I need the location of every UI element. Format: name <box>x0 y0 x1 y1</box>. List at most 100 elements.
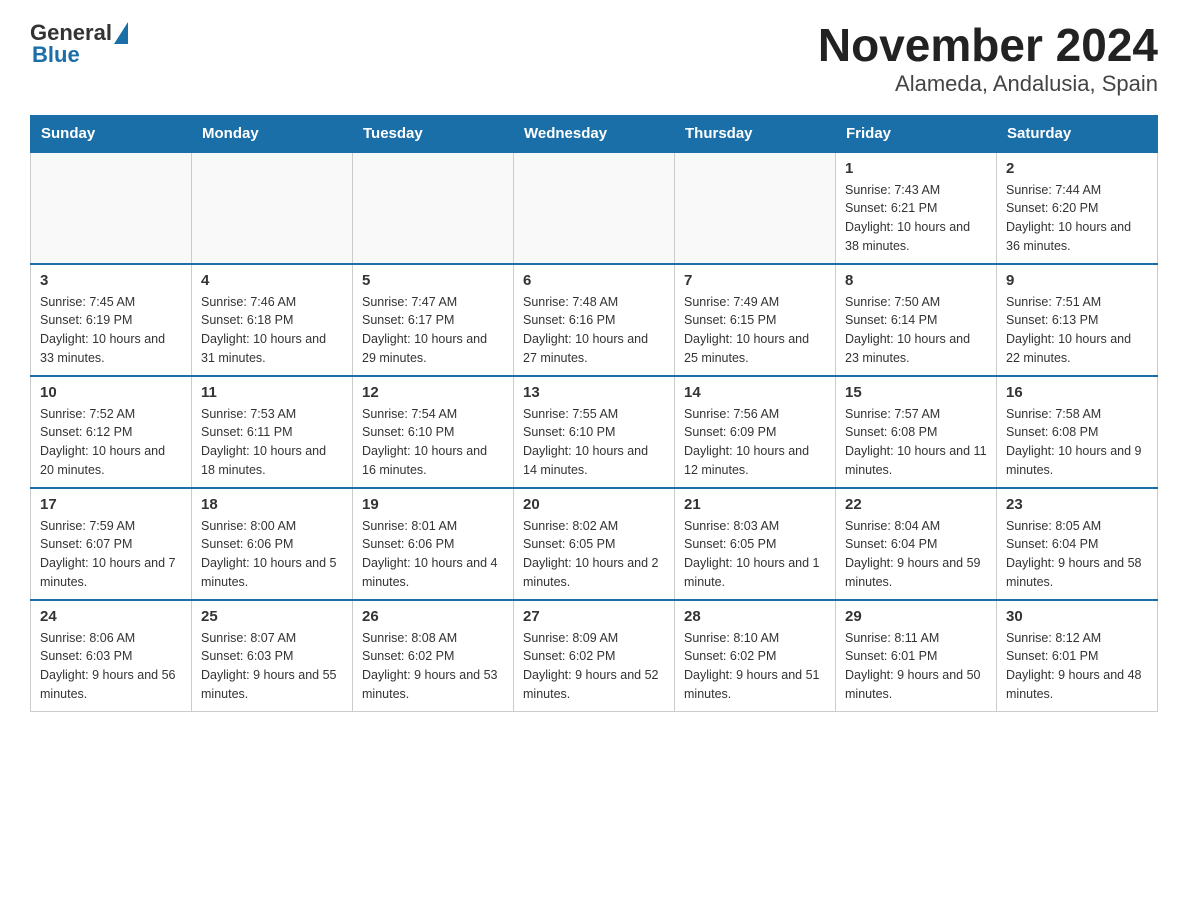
calendar-cell: 20Sunrise: 8:02 AMSunset: 6:05 PMDayligh… <box>514 488 675 600</box>
day-info: Sunrise: 7:57 AMSunset: 6:08 PMDaylight:… <box>845 405 987 480</box>
page-header: General Blue November 2024 Alameda, Anda… <box>30 20 1158 97</box>
calendar-header-friday: Friday <box>836 115 997 152</box>
calendar-cell: 12 Sunrise: 7:54 AMSunset: 6:10 PMDayligh… <box>353 376 514 488</box>
day-number: 25 <box>201 608 343 625</box>
calendar-cell: 26 Sunrise: 8:08 AMSunset: 6:02 PMDayligh… <box>353 600 514 712</box>
day-info: Sunrise: 7:55 AMSunset: 6:10 PMDaylight:… <box>523 405 665 480</box>
calendar-header-thursday: Thursday <box>675 115 836 152</box>
day-info: Sunrise: 8:09 AMSunset: 6:02 PMDaylight:… <box>523 629 665 704</box>
day-info: Sunrise: 7:52 AMSunset: 6:12 PMDaylight:… <box>40 405 182 480</box>
calendar-week-row: 3 Sunrise: 7:45 AMSunset: 6:19 PMDaylight… <box>31 264 1158 376</box>
calendar-cell: 10 Sunrise: 7:52 AMSunset: 6:12 PMDayligh… <box>31 376 192 488</box>
calendar-cell <box>514 152 675 264</box>
day-number: 9 <box>1006 272 1148 289</box>
calendar-cell: 23 Sunrise: 8:05 AMSunset: 6:04 PMDayligh… <box>997 488 1158 600</box>
day-number: 15 <box>845 384 987 401</box>
day-info: Sunrise: 7:43 AMSunset: 6:21 PMDaylight:… <box>845 181 987 256</box>
calendar-table: SundayMondayTuesdayWednesdayThursdayFrid… <box>30 115 1158 712</box>
day-info: Sunrise: 7:54 AMSunset: 6:10 PMDaylight:… <box>362 405 504 480</box>
day-number: 30 <box>1006 608 1148 625</box>
day-number: 8 <box>845 272 987 289</box>
day-info: Sunrise: 7:44 AMSunset: 6:20 PMDaylight:… <box>1006 181 1148 256</box>
day-number: 21 <box>684 496 826 513</box>
day-number: 11 <box>201 384 343 401</box>
day-info: Sunrise: 7:50 AMSunset: 6:14 PMDaylight:… <box>845 293 987 368</box>
calendar-cell: 14Sunrise: 7:56 AMSunset: 6:09 PMDayligh… <box>675 376 836 488</box>
calendar-cell: 5 Sunrise: 7:47 AMSunset: 6:17 PMDaylight… <box>353 264 514 376</box>
calendar-cell: 6 Sunrise: 7:48 AMSunset: 6:16 PMDaylight… <box>514 264 675 376</box>
day-info: Sunrise: 8:12 AMSunset: 6:01 PMDaylight:… <box>1006 629 1148 704</box>
day-info: Sunrise: 7:51 AMSunset: 6:13 PMDaylight:… <box>1006 293 1148 368</box>
calendar-cell: 18Sunrise: 8:00 AMSunset: 6:06 PMDayligh… <box>192 488 353 600</box>
day-number: 16 <box>1006 384 1148 401</box>
day-info: Sunrise: 7:53 AMSunset: 6:11 PMDaylight:… <box>201 405 343 480</box>
day-info: Sunrise: 8:05 AMSunset: 6:04 PMDaylight:… <box>1006 517 1148 592</box>
calendar-cell: 11 Sunrise: 7:53 AMSunset: 6:11 PMDayligh… <box>192 376 353 488</box>
day-number: 1 <box>845 160 987 177</box>
calendar-subtitle: Alameda, Andalusia, Spain <box>818 71 1158 97</box>
logo: General Blue <box>30 20 128 68</box>
day-info: Sunrise: 8:11 AMSunset: 6:01 PMDaylight:… <box>845 629 987 704</box>
day-info: Sunrise: 8:10 AMSunset: 6:02 PMDaylight:… <box>684 629 826 704</box>
day-number: 18 <box>201 496 343 513</box>
day-info: Sunrise: 7:48 AMSunset: 6:16 PMDaylight:… <box>523 293 665 368</box>
calendar-cell: 4 Sunrise: 7:46 AMSunset: 6:18 PMDaylight… <box>192 264 353 376</box>
day-number: 26 <box>362 608 504 625</box>
day-info: Sunrise: 8:08 AMSunset: 6:02 PMDaylight:… <box>362 629 504 704</box>
day-info: Sunrise: 8:07 AMSunset: 6:03 PMDaylight:… <box>201 629 343 704</box>
calendar-week-row: 1 Sunrise: 7:43 AMSunset: 6:21 PMDaylight… <box>31 152 1158 264</box>
day-info: Sunrise: 7:45 AMSunset: 6:19 PMDaylight:… <box>40 293 182 368</box>
calendar-week-row: 10 Sunrise: 7:52 AMSunset: 6:12 PMDayligh… <box>31 376 1158 488</box>
calendar-cell: 1 Sunrise: 7:43 AMSunset: 6:21 PMDaylight… <box>836 152 997 264</box>
day-number: 7 <box>684 272 826 289</box>
day-info: Sunrise: 8:02 AMSunset: 6:05 PMDaylight:… <box>523 517 665 592</box>
calendar-cell: 30 Sunrise: 8:12 AMSunset: 6:01 PMDayligh… <box>997 600 1158 712</box>
calendar-cell: 9 Sunrise: 7:51 AMSunset: 6:13 PMDaylight… <box>997 264 1158 376</box>
logo-triangle-icon <box>114 22 128 44</box>
calendar-cell: 29 Sunrise: 8:11 AMSunset: 6:01 PMDayligh… <box>836 600 997 712</box>
day-number: 3 <box>40 272 182 289</box>
day-info: Sunrise: 8:03 AMSunset: 6:05 PMDaylight:… <box>684 517 826 592</box>
day-number: 6 <box>523 272 665 289</box>
day-number: 27 <box>523 608 665 625</box>
day-info: Sunrise: 7:58 AMSunset: 6:08 PMDaylight:… <box>1006 405 1148 480</box>
day-number: 5 <box>362 272 504 289</box>
calendar-cell: 17 Sunrise: 7:59 AMSunset: 6:07 PMDayligh… <box>31 488 192 600</box>
day-number: 28 <box>684 608 826 625</box>
day-number: 13 <box>523 384 665 401</box>
calendar-cell: 25 Sunrise: 8:07 AMSunset: 6:03 PMDayligh… <box>192 600 353 712</box>
calendar-cell <box>31 152 192 264</box>
title-block: November 2024 Alameda, Andalusia, Spain <box>818 20 1158 97</box>
day-number: 29 <box>845 608 987 625</box>
logo-blue-text: Blue <box>32 42 80 68</box>
day-number: 4 <box>201 272 343 289</box>
calendar-title: November 2024 <box>818 20 1158 71</box>
calendar-cell: 3 Sunrise: 7:45 AMSunset: 6:19 PMDaylight… <box>31 264 192 376</box>
calendar-cell: 19 Sunrise: 8:01 AMSunset: 6:06 PMDayligh… <box>353 488 514 600</box>
day-number: 10 <box>40 384 182 401</box>
day-number: 17 <box>40 496 182 513</box>
day-number: 19 <box>362 496 504 513</box>
day-info: Sunrise: 8:01 AMSunset: 6:06 PMDaylight:… <box>362 517 504 592</box>
day-number: 2 <box>1006 160 1148 177</box>
day-info: Sunrise: 7:59 AMSunset: 6:07 PMDaylight:… <box>40 517 182 592</box>
calendar-cell: 7 Sunrise: 7:49 AMSunset: 6:15 PMDaylight… <box>675 264 836 376</box>
day-info: Sunrise: 7:56 AMSunset: 6:09 PMDaylight:… <box>684 405 826 480</box>
calendar-cell: 24Sunrise: 8:06 AMSunset: 6:03 PMDayligh… <box>31 600 192 712</box>
calendar-header-wednesday: Wednesday <box>514 115 675 152</box>
calendar-header-tuesday: Tuesday <box>353 115 514 152</box>
day-number: 12 <box>362 384 504 401</box>
day-info: Sunrise: 7:46 AMSunset: 6:18 PMDaylight:… <box>201 293 343 368</box>
calendar-header-row: SundayMondayTuesdayWednesdayThursdayFrid… <box>31 115 1158 152</box>
day-info: Sunrise: 7:47 AMSunset: 6:17 PMDaylight:… <box>362 293 504 368</box>
calendar-week-row: 17 Sunrise: 7:59 AMSunset: 6:07 PMDayligh… <box>31 488 1158 600</box>
calendar-cell <box>353 152 514 264</box>
calendar-week-row: 24Sunrise: 8:06 AMSunset: 6:03 PMDayligh… <box>31 600 1158 712</box>
day-number: 24 <box>40 608 182 625</box>
calendar-cell: 27 Sunrise: 8:09 AMSunset: 6:02 PMDayligh… <box>514 600 675 712</box>
calendar-cell: 21 Sunrise: 8:03 AMSunset: 6:05 PMDayligh… <box>675 488 836 600</box>
calendar-cell: 15 Sunrise: 7:57 AMSunset: 6:08 PMDayligh… <box>836 376 997 488</box>
day-number: 23 <box>1006 496 1148 513</box>
day-number: 22 <box>845 496 987 513</box>
day-info: Sunrise: 7:49 AMSunset: 6:15 PMDaylight:… <box>684 293 826 368</box>
